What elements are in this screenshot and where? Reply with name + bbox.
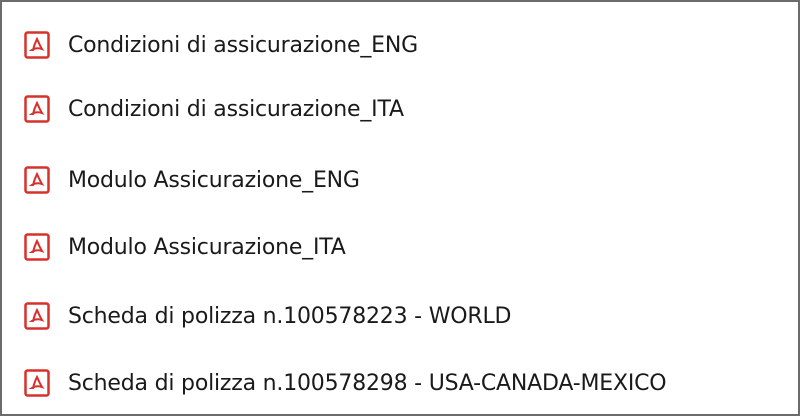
file-item-condizioni-eng[interactable]: Condizioni di assicurazione_ENG [24,27,418,63]
file-name: Condizioni di assicurazione_ENG [68,32,418,58]
pdf-file-icon [24,233,50,261]
pdf-file-icon [24,31,50,59]
file-name: Condizioni di assicurazione_ITA [68,96,404,122]
file-name: Modulo Assicurazione_ITA [68,234,346,260]
file-item-condizioni-ita[interactable]: Condizioni di assicurazione_ITA [24,91,404,127]
file-name: Scheda di polizza n.100578223 - WORLD [68,303,512,329]
file-item-modulo-ita[interactable]: Modulo Assicurazione_ITA [24,229,346,265]
file-list-panel: Condizioni di assicurazione_ENG Condizio… [0,0,800,416]
pdf-file-icon [24,369,50,397]
file-item-modulo-eng[interactable]: Modulo Assicurazione_ENG [24,162,360,198]
file-name: Scheda di polizza n.100578298 - USA-CANA… [68,370,667,396]
file-item-scheda-usa-canada-mexico[interactable]: Scheda di polizza n.100578298 - USA-CANA… [24,365,667,401]
file-name: Modulo Assicurazione_ENG [68,167,360,193]
file-item-scheda-world[interactable]: Scheda di polizza n.100578223 - WORLD [24,298,511,334]
pdf-file-icon [24,302,50,330]
pdf-file-icon [24,95,50,123]
pdf-file-icon [24,166,50,194]
